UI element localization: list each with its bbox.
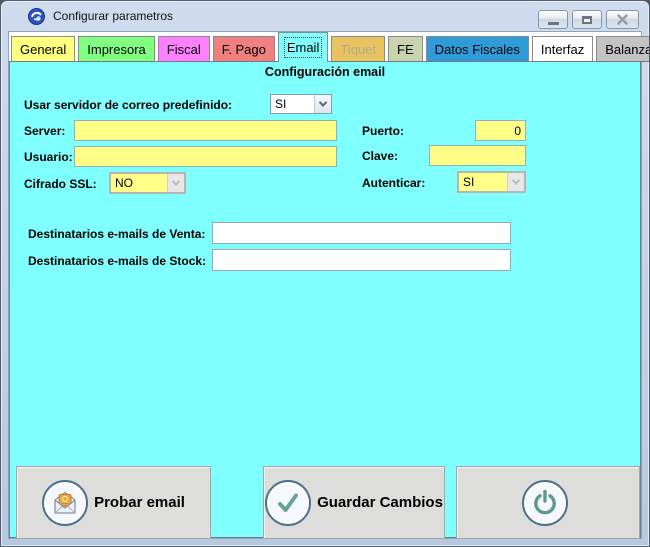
- maximize-icon: [582, 16, 592, 24]
- use-default-server-label: Usar servidor de correo predefinido:: [24, 98, 232, 112]
- dialog-window: Configurar parametros General Impresora …: [0, 0, 650, 547]
- server-input[interactable]: [74, 120, 337, 141]
- app-icon: [28, 8, 45, 25]
- use-default-server-value: SI: [271, 95, 314, 113]
- tab-balanza-label: Balanza: [605, 42, 650, 57]
- chevron-down-icon: [167, 174, 184, 192]
- probar-email-label: Probar email: [94, 494, 185, 511]
- close-icon: [617, 14, 628, 25]
- autenticar-label: Autenticar:: [362, 176, 425, 190]
- tab-general-label: General: [20, 42, 66, 57]
- minimize-icon: [548, 22, 559, 25]
- tab-impresora[interactable]: Impresora: [78, 36, 155, 62]
- window-title: Configurar parametros: [53, 9, 173, 23]
- client-area: General Impresora Fiscal F. Pago Email T…: [8, 31, 642, 539]
- tab-general[interactable]: General: [11, 36, 75, 62]
- dest-venta-label: Destinatarios e-mails de Venta:: [28, 227, 205, 241]
- tab-f-pago-label: F. Pago: [222, 42, 266, 57]
- tab-impresora-label: Impresora: [87, 42, 146, 57]
- checkmark-icon: [265, 480, 311, 526]
- server-label: Server:: [24, 124, 65, 138]
- tab-tiquet-label: Tiquet: [340, 42, 376, 57]
- puerto-input[interactable]: [475, 120, 526, 141]
- tab-bar: General Impresora Fiscal F. Pago Email T…: [11, 34, 641, 62]
- tab-f-pago[interactable]: F. Pago: [213, 36, 275, 62]
- chevron-down-icon: [507, 173, 524, 191]
- probar-email-button[interactable]: Probar email: [16, 466, 211, 539]
- use-default-server-select[interactable]: SI: [270, 94, 332, 114]
- power-icon: [522, 480, 568, 526]
- window-controls: [538, 10, 639, 29]
- usuario-input[interactable]: [74, 146, 337, 167]
- tab-email-label: Email: [287, 40, 320, 55]
- cifrado-ssl-select[interactable]: NO: [109, 172, 186, 194]
- dest-stock-label: Destinatarios e-mails de Stock:: [28, 254, 206, 268]
- clave-input[interactable]: [429, 145, 526, 166]
- tab-datos-fiscales-label: Datos Fiscales: [435, 42, 520, 57]
- tab-fe[interactable]: FE: [388, 36, 423, 62]
- close-button[interactable]: [606, 10, 639, 29]
- autenticar-value: SI: [459, 173, 507, 191]
- tab-interfaz-label: Interfaz: [541, 42, 584, 57]
- maximize-button[interactable]: [572, 10, 602, 29]
- cifrado-ssl-value: NO: [111, 174, 167, 192]
- tab-fiscal[interactable]: Fiscal: [158, 36, 210, 62]
- puerto-label: Puerto:: [362, 124, 404, 138]
- guardar-cambios-label: Guardar Cambios: [317, 494, 443, 511]
- email-tab-panel: Configuración email Usar servidor de cor…: [9, 61, 641, 538]
- usuario-label: Usuario:: [24, 150, 73, 164]
- panel-heading: Configuración email: [10, 65, 640, 79]
- chevron-down-icon: [314, 95, 331, 113]
- tab-interfaz[interactable]: Interfaz: [532, 36, 593, 62]
- clave-label: Clave:: [362, 149, 398, 163]
- tab-tiquet: Tiquet: [331, 36, 385, 62]
- tab-datos-fiscales[interactable]: Datos Fiscales: [426, 36, 529, 62]
- exit-power-button[interactable]: [456, 466, 640, 539]
- cifrado-ssl-label: Cifrado SSL:: [24, 177, 97, 191]
- autenticar-select[interactable]: SI: [457, 171, 526, 193]
- dest-venta-input[interactable]: [212, 222, 511, 244]
- minimize-button[interactable]: [538, 10, 568, 29]
- tab-balanza[interactable]: Balanza: [596, 36, 650, 62]
- tab-fiscal-label: Fiscal: [167, 42, 201, 57]
- guardar-cambios-button[interactable]: Guardar Cambios: [263, 466, 445, 539]
- email-envelope-icon: [42, 480, 88, 526]
- dest-stock-input[interactable]: [212, 249, 511, 271]
- tab-email[interactable]: Email: [278, 32, 329, 62]
- titlebar[interactable]: Configurar parametros: [1, 1, 649, 31]
- tab-fe-label: FE: [397, 42, 414, 57]
